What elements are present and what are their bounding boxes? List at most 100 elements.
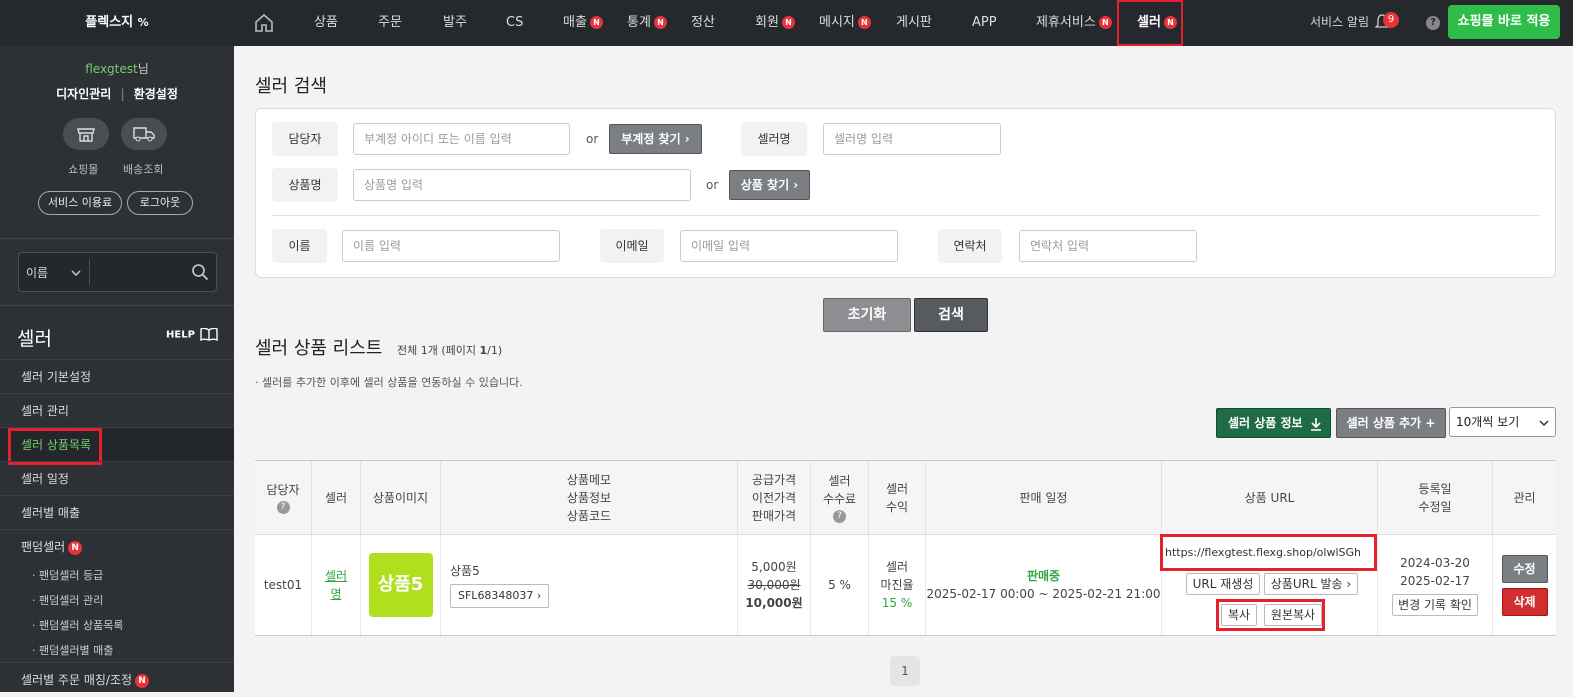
- nav-product[interactable]: 상품: [314, 0, 338, 46]
- cell-manage: 수정 삭제: [1493, 535, 1556, 635]
- cell-manager: test01: [255, 535, 312, 635]
- nav-order[interactable]: 주문: [378, 0, 402, 46]
- env-settings-link[interactable]: 환경설정: [134, 87, 178, 101]
- cell-schedule: 판매중 2025-02-17 00:00 ~ 2025-02-21 21:00: [926, 535, 1162, 635]
- manager-input[interactable]: 부계정 아이디 또는 이름 입력: [353, 123, 570, 155]
- user-id: flexgtest: [85, 62, 138, 76]
- user-suffix: 님: [137, 62, 149, 76]
- cell-fee: 5 %: [811, 535, 869, 635]
- reset-button[interactable]: 초기화: [823, 298, 911, 332]
- cell-memo: 상품5 SFL68348037 ›: [441, 535, 738, 635]
- find-product-button[interactable]: 상품 찾기 ›: [729, 170, 810, 200]
- submenu-fandom-sales[interactable]: · 팬덤셀러별 매출: [32, 642, 113, 658]
- brand-logo[interactable]: 플렉스지 %: [0, 0, 234, 46]
- help-icon[interactable]: ?: [833, 510, 846, 523]
- menu-seller-schedule[interactable]: 셀러 일정: [0, 461, 234, 495]
- product-name: 상품5: [450, 564, 480, 578]
- nav-message[interactable]: 메시지 N: [819, 0, 871, 46]
- nav-partner[interactable]: 제휴서비스 N: [1036, 0, 1112, 46]
- per-page-select[interactable]: 10개씩 보기: [1449, 407, 1556, 437]
- menu-seller-sales[interactable]: 셀러별 매출: [0, 495, 234, 529]
- service-fee-button[interactable]: 서비스 이용료: [38, 191, 122, 215]
- phone-input[interactable]: 연락처 입력: [1019, 230, 1197, 262]
- new-badge: N: [135, 673, 150, 688]
- nav-settlement[interactable]: 정산: [691, 0, 715, 46]
- find-sub-account-button[interactable]: 부계정 찾기 ›: [609, 124, 702, 154]
- product-code-button[interactable]: SFL68348037 ›: [450, 584, 550, 608]
- search-panel: 담당자 부계정 아이디 또는 이름 입력 or 부계정 찾기 › 셀러명 셀러명…: [255, 108, 1556, 278]
- url-regenerate-button[interactable]: URL 재생성: [1186, 573, 1260, 595]
- pagination-page[interactable]: 1: [890, 656, 920, 686]
- design-manage-link[interactable]: 디자인관리: [56, 87, 111, 101]
- col-image: 상품이미지: [361, 461, 441, 535]
- edit-button[interactable]: 수정: [1501, 554, 1548, 583]
- list-summary: 전체 1개 (페이지 1/1): [397, 344, 503, 357]
- new-badge: N: [1098, 16, 1112, 29]
- nav-board[interactable]: 게시판: [896, 0, 932, 46]
- phone-label: 연락처: [938, 229, 1002, 263]
- col-memo: 상품메모 상품정보 상품코드: [441, 461, 738, 535]
- delete-button[interactable]: 삭제: [1501, 587, 1548, 616]
- reg-date: 2024-03-20: [1400, 556, 1470, 570]
- help-icon[interactable]: ?: [276, 501, 290, 514]
- highlight-box: [1160, 534, 1377, 571]
- truck-icon: [133, 127, 155, 142]
- new-badge: N: [781, 16, 795, 29]
- seller-link[interactable]: 셀러명: [312, 535, 361, 635]
- highlight-box: [8, 428, 102, 465]
- menu-seller-manage[interactable]: 셀러 관리: [0, 393, 234, 427]
- book-icon: [200, 327, 219, 342]
- name-input[interactable]: 이름 입력: [342, 230, 560, 262]
- shop-button[interactable]: [63, 118, 109, 150]
- seller-name-input[interactable]: 셀러명 입력: [823, 123, 1001, 155]
- download-icon: [1310, 417, 1321, 431]
- send-url-button[interactable]: 상품URL 발송 ›: [1264, 573, 1358, 595]
- service-alarm-label[interactable]: 서비스 알림: [1310, 0, 1369, 44]
- help-icon[interactable]: ?: [1426, 16, 1440, 30]
- cell-date: 2024-03-20 2025-02-17 변경 기록 확인: [1378, 535, 1493, 635]
- submenu-fandom-products[interactable]: · 팬덤셀러 상품목록: [32, 617, 123, 633]
- nav-cs[interactable]: CS: [506, 0, 523, 46]
- menu-order-matching[interactable]: 셀러별 주문 매칭/조정 N: [0, 662, 234, 696]
- submenu-fandom-manage[interactable]: · 팬덤셀러 관리: [32, 592, 103, 608]
- nav-member[interactable]: 회원 N: [755, 0, 795, 46]
- mod-date: 2025-02-17: [1400, 574, 1470, 588]
- home-icon[interactable]: [254, 14, 274, 32]
- search-icon[interactable]: [191, 263, 209, 281]
- help-link[interactable]: HELP: [166, 327, 219, 342]
- nav-app[interactable]: APP: [972, 0, 997, 46]
- product-name-input[interactable]: 상품명 입력: [353, 169, 691, 201]
- new-badge: N: [589, 16, 603, 29]
- list-title: 셀러 상품 리스트: [255, 338, 383, 359]
- product-thumbnail[interactable]: 상품5: [368, 553, 433, 617]
- delivery-button[interactable]: [121, 118, 167, 150]
- highlight-box: [1117, 0, 1183, 46]
- top-bar: 플렉스지 % 상품 주문 발주 CS 매출 N 통계 N 정산 회원 N 메시지 N 게…: [0, 0, 1573, 46]
- col-fee: 셀러 수수료?: [811, 461, 869, 535]
- col-schedule: 판매 일정: [926, 461, 1162, 535]
- apply-shop-button[interactable]: 쇼핑몰 바로 적용: [1448, 5, 1560, 39]
- chevron-down-icon[interactable]: [71, 270, 81, 276]
- logout-button[interactable]: 로그아웃: [127, 191, 193, 215]
- search-button[interactable]: 검색: [914, 298, 988, 332]
- sidebar-search-input[interactable]: [91, 254, 186, 290]
- nav-purchase[interactable]: 발주: [443, 0, 467, 46]
- submenu-fandom-grade[interactable]: · 팬덤셀러 등급: [32, 567, 103, 583]
- highlight-box: [1216, 599, 1325, 631]
- add-seller-product-button[interactable]: 셀러 상품 추가 +: [1336, 408, 1446, 438]
- col-manage: 관리: [1493, 461, 1556, 535]
- col-manager: 담당자?: [255, 461, 312, 535]
- menu-fandom-seller[interactable]: 팬덤셀러 N: [0, 529, 234, 563]
- name-label: 이름: [272, 229, 327, 263]
- seller-product-info-button[interactable]: 셀러 상품 정보: [1216, 408, 1331, 438]
- nav-stats[interactable]: 통계 N: [627, 0, 667, 46]
- menu-seller-basic[interactable]: 셀러 기본설정: [0, 359, 234, 393]
- email-input[interactable]: 이메일 입력: [680, 230, 898, 262]
- search-type-select[interactable]: 이름: [26, 264, 48, 281]
- history-button[interactable]: 변경 기록 확인: [1392, 594, 1478, 616]
- cell-price: 5,000원 30,000원 10,000원: [738, 535, 811, 635]
- col-price: 공급가격 이전가격 판매가격: [738, 461, 811, 535]
- main-content: 셀러 검색 담당자 부계정 아이디 또는 이름 입력 or 부계정 찾기 › 셀…: [234, 46, 1573, 692]
- sale-status: 판매중: [1026, 569, 1061, 583]
- nav-sales[interactable]: 매출 N: [563, 0, 603, 46]
